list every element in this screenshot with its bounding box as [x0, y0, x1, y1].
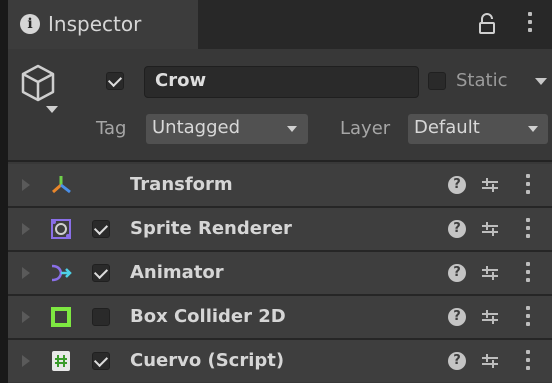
animator-icon — [51, 264, 72, 282]
help-icon[interactable]: ? — [448, 176, 466, 194]
kebab-menu-icon[interactable] — [526, 350, 532, 374]
static-dropdown-arrow-icon[interactable] — [535, 78, 547, 85]
help-icon[interactable]: ? — [448, 308, 466, 326]
component-enabled-checkbox[interactable] — [92, 264, 110, 282]
preset-icon[interactable] — [480, 351, 500, 371]
tag-value: Untagged — [152, 117, 241, 138]
sprite-renderer-icon — [51, 219, 71, 239]
component-enabled-checkbox[interactable] — [92, 352, 110, 370]
foldout-arrow-icon[interactable] — [22, 267, 30, 279]
static-checkbox[interactable] — [428, 72, 446, 90]
foldout-arrow-icon[interactable] — [22, 311, 30, 323]
object-name-input[interactable]: Crow — [144, 66, 419, 98]
component-label: Animator — [130, 262, 224, 283]
component-row-sprite-renderer[interactable]: Sprite Renderer ? — [8, 208, 552, 250]
layer-value: Default — [414, 117, 480, 138]
layer-label: Layer — [340, 118, 391, 139]
component-label: Cuervo (Script) — [130, 350, 285, 371]
help-icon[interactable]: ? — [448, 352, 466, 370]
component-row-cuervo-script[interactable]: Cuervo (Script) ? — [8, 340, 552, 382]
chevron-down-icon — [528, 126, 538, 132]
help-icon[interactable]: ? — [448, 220, 466, 238]
tag-label: Tag — [96, 118, 127, 139]
inspector-panel: i Inspector Crow Static Tag Untagged Lay… — [8, 0, 552, 383]
kebab-menu-icon[interactable] — [526, 174, 532, 198]
transform-icon — [52, 176, 71, 194]
tab-inspector[interactable]: i Inspector — [8, 0, 198, 49]
foldout-arrow-icon[interactable] — [22, 223, 30, 235]
header-separator — [8, 160, 552, 162]
preset-icon[interactable] — [480, 307, 500, 327]
help-icon[interactable]: ? — [448, 264, 466, 282]
kebab-menu-icon[interactable] — [526, 262, 532, 286]
component-label: Transform — [130, 174, 233, 195]
box-collider-icon — [51, 307, 71, 327]
foldout-arrow-icon[interactable] — [22, 179, 30, 191]
script-icon — [52, 351, 70, 371]
component-enabled-checkbox[interactable] — [92, 220, 110, 238]
foldout-arrow-icon[interactable] — [22, 355, 30, 367]
tab-bar: i Inspector — [8, 0, 552, 49]
component-row-transform[interactable]: Transform ? — [8, 164, 552, 206]
preset-icon[interactable] — [480, 219, 500, 239]
lock-icon[interactable] — [478, 13, 496, 35]
gameobject-icon[interactable] — [18, 62, 58, 120]
chevron-down-icon — [287, 126, 297, 132]
preset-icon[interactable] — [480, 175, 500, 195]
component-label: Box Collider 2D — [130, 306, 286, 327]
kebab-menu-icon[interactable] — [526, 306, 532, 330]
tab-title: Inspector — [48, 12, 142, 36]
kebab-menu-icon[interactable] — [526, 218, 532, 242]
component-enabled-checkbox[interactable] — [92, 308, 110, 326]
info-icon: i — [20, 14, 40, 34]
preset-icon[interactable] — [480, 263, 500, 283]
static-label[interactable]: Static — [456, 70, 507, 91]
kebab-menu-icon[interactable] — [528, 12, 534, 36]
layer-dropdown[interactable]: Default — [408, 114, 548, 144]
component-row-box-collider-2d[interactable]: Box Collider 2D ? — [8, 296, 552, 338]
active-checkbox[interactable] — [106, 72, 124, 90]
component-label: Sprite Renderer — [130, 218, 292, 239]
tag-dropdown[interactable]: Untagged — [146, 114, 308, 144]
component-row-animator[interactable]: Animator ? — [8, 252, 552, 294]
